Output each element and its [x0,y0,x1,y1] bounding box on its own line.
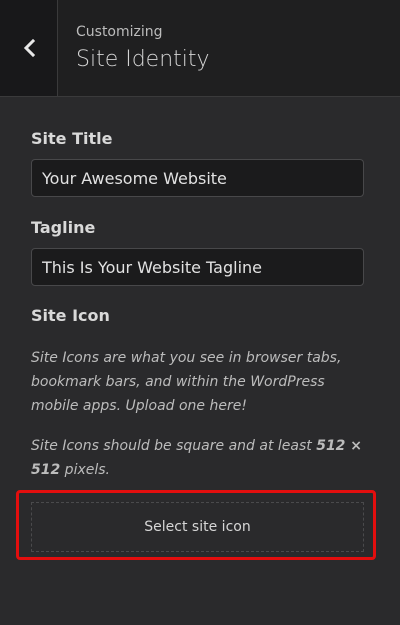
chevron-left-icon [23,39,35,57]
back-button[interactable] [0,0,58,96]
page-title: Site Identity [76,47,210,72]
site-identity-panel: Site Title Tagline Site Icon Site Icons … [0,97,400,625]
site-icon-description: Site Icons are what you see in browser t… [31,350,342,414]
site-icon-size-note: Site Icons should be square and at least… [31,434,364,482]
site-title-input[interactable] [31,159,364,197]
customizer-header: Customizing Site Identity [0,0,400,97]
select-site-icon-button[interactable]: Select site icon [31,502,364,552]
header-titles: Customizing Site Identity [76,22,210,74]
site-icon-label: Site Icon [31,306,110,325]
tagline-input[interactable] [31,248,364,286]
header-subtitle: Customizing [76,24,163,40]
site-title-label: Site Title [31,129,113,148]
panel-content: Site Title Tagline Site Icon Site Icons … [31,129,364,482]
size-note-suffix: pixels. [60,462,110,478]
size-note-prefix: Site Icons should be square and at least [31,438,317,454]
tagline-label: Tagline [31,218,96,237]
